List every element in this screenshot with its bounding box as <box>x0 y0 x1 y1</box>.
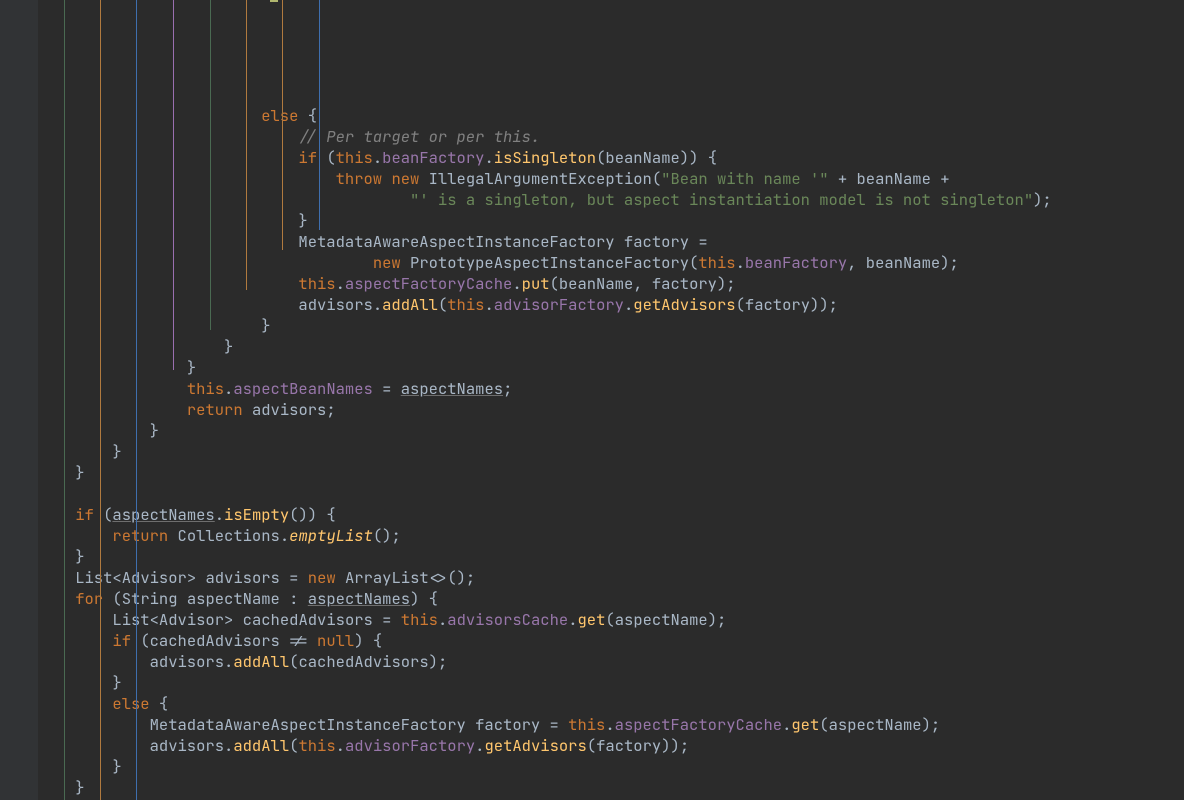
keyword-else: else <box>261 105 298 126</box>
gutter <box>0 0 38 800</box>
comment: // Per target or per this. <box>298 126 540 147</box>
code-content[interactable]: else { // Per target or per this. if (th… <box>38 105 1184 800</box>
caret-indicator <box>270 0 278 2</box>
code-editor[interactable]: else { // Per target or per this. if (th… <box>0 0 1184 800</box>
